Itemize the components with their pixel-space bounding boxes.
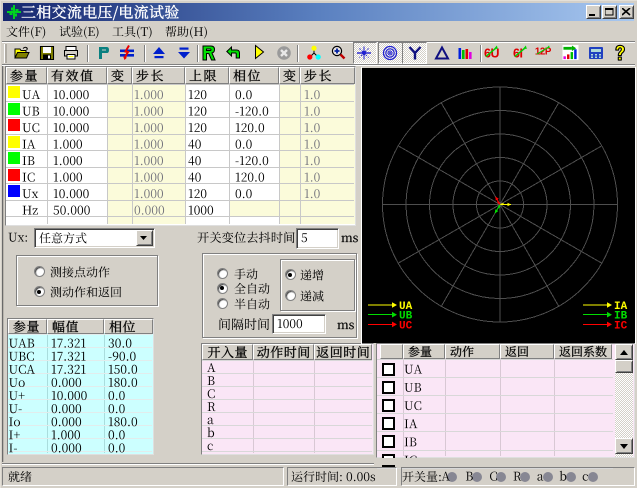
svg-text:IC: IC bbox=[614, 320, 628, 332]
svg-text:UC: UC bbox=[399, 320, 413, 332]
svg-text:12P: 12P bbox=[535, 47, 552, 58]
